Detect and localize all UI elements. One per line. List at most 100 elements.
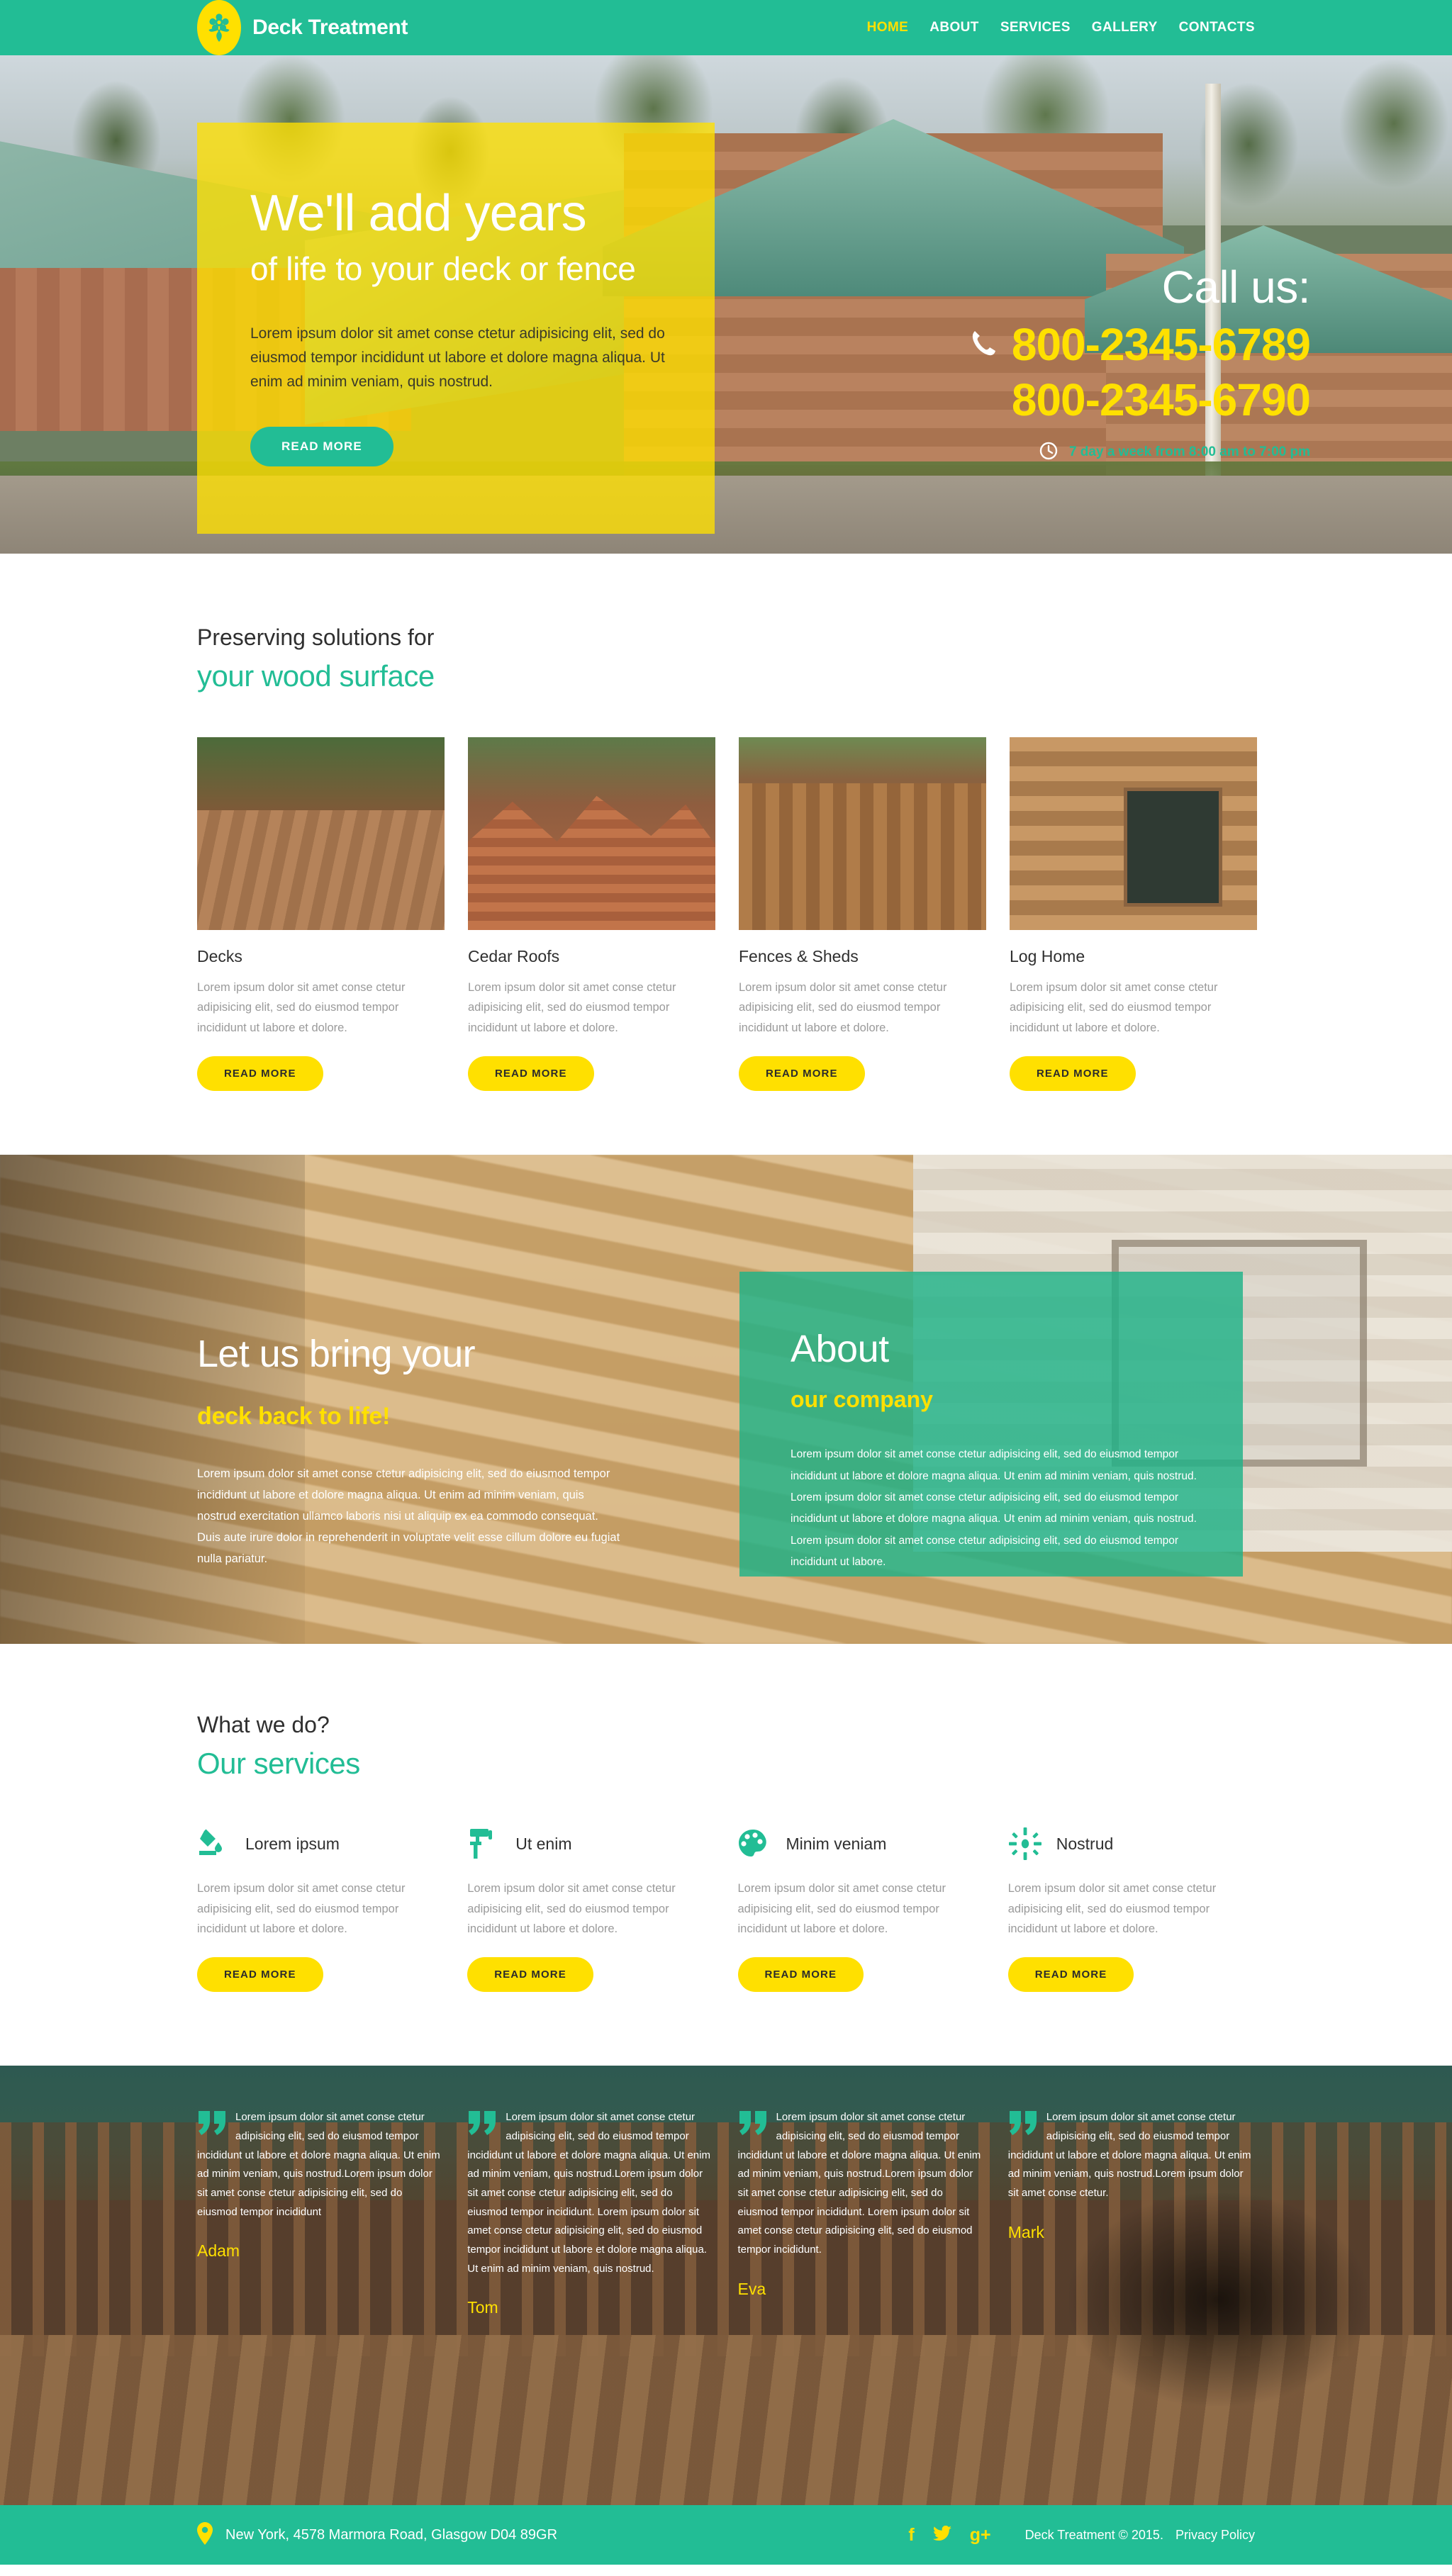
testimonial-mark: Lorem ipsum dolor sit amet conse ctetur …: [1008, 2108, 1255, 2317]
card-title: Fences & Sheds: [739, 947, 859, 965]
nav-item-contacts[interactable]: CONTACTS: [1179, 20, 1255, 35]
site-header: Deck Treatment HOME ABOUT SERVICES GALLE…: [0, 0, 1452, 55]
card-read-more-button[interactable]: READ MORE: [468, 1056, 594, 1092]
testimonials-list: Lorem ipsum dolor sit amet conse ctetur …: [197, 2066, 1255, 2317]
hero-subheadline: of life to your deck or fence: [250, 250, 636, 288]
about-panel-subtitle: our company: [791, 1387, 933, 1413]
about-accent-headline: deck back to life!: [197, 1403, 391, 1430]
card-title: Decks: [197, 947, 242, 965]
deck-photo[interactable]: [197, 737, 445, 930]
footer-copyright-text: Deck Treatment © 2015.: [1024, 2527, 1163, 2542]
service-item-ut-enim[interactable]: Ut enim Lorem ipsum dolor sit amet conse…: [467, 1825, 714, 1993]
testimonial-text: Lorem ipsum dolor sit amet conse ctetur …: [737, 2111, 981, 2256]
nav-item-services[interactable]: SERVICES: [1000, 20, 1071, 35]
testimonial-eva: Lorem ipsum dolor sit amet conse ctetur …: [738, 2108, 985, 2317]
testimonial-adam: Lorem ipsum dolor sit amet conse ctetur …: [197, 2108, 444, 2317]
nav-item-home[interactable]: HOME: [867, 20, 909, 35]
testimonial-author: Eva: [737, 2279, 766, 2298]
card-text: Lorem ipsum dolor sit amet conse ctetur …: [468, 981, 676, 1034]
services-list: Lorem ipsum Lorem ipsum dolor sit amet c…: [197, 1825, 1255, 1993]
service-item-minim-veniam[interactable]: Minim veniam Lorem ipsum dolor sit amet …: [737, 1825, 985, 1993]
about-panel-paragraph: Lorem ipsum dolor sit amet conse ctetur …: [791, 1448, 1197, 1568]
card-text: Lorem ipsum dolor sit amet conse ctetur …: [1010, 981, 1218, 1034]
quote-icon: [467, 2111, 498, 2136]
card-read-more-button[interactable]: READ MORE: [1010, 1056, 1136, 1092]
call-us-block: Call us: 800-2345-6789 800-2345-6790 7 d…: [971, 261, 1311, 464]
card-fences-sheds[interactable]: Fences & Sheds Lorem ipsum dolor sit ame…: [739, 737, 986, 1092]
clock-icon: [1039, 442, 1058, 464]
preserving-subtitle: Preserving solutions for: [197, 625, 435, 650]
phone-icon: [971, 329, 998, 361]
quote-icon: [197, 2111, 228, 2136]
hero-read-more-button[interactable]: READ MORE: [250, 427, 393, 467]
testimonial-author: Tom: [467, 2298, 498, 2317]
footer-copyright: Deck Treatment © 2015. Privacy Policy: [1025, 2528, 1255, 2543]
footer-social-links: f g+: [908, 2525, 991, 2545]
footer-address: New York, 4578 Marmora Road, Glasgow D04…: [197, 2521, 558, 2548]
quote-icon: [738, 2111, 769, 2136]
service-text: Lorem ipsum dolor sit amet conse ctetur …: [467, 1882, 676, 1935]
google-plus-icon[interactable]: g+: [970, 2526, 991, 2544]
flower-icon: [197, 0, 241, 55]
footer-address-text: New York, 4578 Marmora Road, Glasgow D04…: [225, 2526, 558, 2543]
logo[interactable]: Deck Treatment: [197, 0, 408, 55]
service-name: Nostrud: [1056, 1834, 1114, 1853]
palette-icon: [738, 1828, 775, 1859]
phone-number-secondary[interactable]: 800-2345-6790: [971, 374, 1311, 426]
testimonial-author: Mark: [1007, 2222, 1044, 2241]
logo-text: Deck Treatment: [252, 16, 408, 39]
hero-overlay-panel: We'll add years of life to your deck or …: [197, 123, 715, 534]
card-log-home[interactable]: Log Home Lorem ipsum dolor sit amet cons…: [1010, 737, 1257, 1092]
service-text: Lorem ipsum dolor sit amet conse ctetur …: [737, 1882, 946, 1935]
sun-brightness-icon: [1008, 1827, 1045, 1861]
testimonial-author: Adam: [197, 2241, 240, 2261]
facebook-icon[interactable]: f: [908, 2526, 914, 2544]
privacy-policy-link[interactable]: Privacy Policy: [1175, 2528, 1255, 2542]
twitter-icon[interactable]: [932, 2525, 951, 2545]
service-read-more-button[interactable]: READ MORE: [467, 1957, 593, 1993]
card-cedar-roofs[interactable]: Cedar Roofs Lorem ipsum dolor sit amet c…: [468, 737, 715, 1092]
service-text: Lorem ipsum dolor sit amet conse ctetur …: [1007, 1882, 1217, 1935]
card-read-more-button[interactable]: READ MORE: [197, 1056, 323, 1092]
preserving-section: Preserving solutions for your wood surfa…: [0, 554, 1452, 1155]
testimonial-text: Lorem ipsum dolor sit amet conse ctetur …: [197, 2111, 440, 2218]
main-nav: HOME ABOUT SERVICES GALLERY CONTACTS: [867, 20, 1255, 35]
paint-roller-icon: [467, 1827, 504, 1860]
nav-item-about[interactable]: ABOUT: [929, 20, 979, 35]
phone-number-primary[interactable]: 800-2345-6789: [1012, 318, 1311, 372]
services-title: Our services: [197, 1747, 360, 1781]
card-read-more-button[interactable]: READ MORE: [739, 1056, 865, 1092]
service-item-nostrud[interactable]: Nostrud Lorem ipsum dolor sit amet conse…: [1007, 1825, 1255, 1993]
service-read-more-button[interactable]: READ MORE: [737, 1957, 864, 1993]
business-hours-text: 7 day a week from 8:00 am to 7:00 pm: [1068, 444, 1310, 460]
landing-page: Deck Treatment HOME ABOUT SERVICES GALLE…: [0, 0, 1452, 2565]
service-name: Ut enim: [515, 1834, 572, 1853]
about-section: Let us bring your deck back to life! Lor…: [0, 1155, 1452, 1645]
quote-icon: [1008, 2111, 1039, 2136]
about-headline: Let us bring your: [197, 1333, 476, 1376]
location-pin-icon: [197, 2521, 213, 2548]
services-subtitle: What we do?: [197, 1712, 330, 1738]
paint-pour-icon: [197, 1828, 234, 1859]
about-company-panel: About our company Lorem ipsum dolor sit …: [739, 1272, 1243, 1577]
log-home-photo[interactable]: [1010, 737, 1257, 930]
card-text: Lorem ipsum dolor sit amet conse ctetur …: [739, 981, 947, 1034]
service-read-more-button[interactable]: READ MORE: [197, 1957, 323, 1993]
about-paragraph: Lorem ipsum dolor sit amet conse ctetur …: [197, 1467, 620, 1566]
card-decks[interactable]: Decks Lorem ipsum dolor sit amet conse c…: [197, 737, 445, 1092]
service-cards: Decks Lorem ipsum dolor sit amet conse c…: [197, 737, 1257, 1092]
service-text: Lorem ipsum dolor sit amet conse ctetur …: [197, 1882, 406, 1935]
about-panel-title: About: [791, 1328, 889, 1371]
fence-photo[interactable]: [739, 737, 986, 930]
cedar-roof-photo[interactable]: [468, 737, 715, 930]
testimonial-text: Lorem ipsum dolor sit amet conse ctetur …: [1007, 2111, 1251, 2199]
testimonial-tom: Lorem ipsum dolor sit amet conse ctetur …: [467, 2108, 714, 2317]
service-read-more-button[interactable]: READ MORE: [1007, 1957, 1134, 1993]
services-section: What we do? Our services Lorem ipsum Lor…: [0, 1644, 1452, 2066]
about-left-text: Let us bring your deck back to life! Lor…: [197, 1332, 637, 1569]
site-footer: New York, 4578 Marmora Road, Glasgow D04…: [0, 2505, 1452, 2565]
service-item-lorem-ipsum[interactable]: Lorem ipsum Lorem ipsum dolor sit amet c…: [197, 1825, 444, 1993]
hero-paragraph: Lorem ipsum dolor sit amet conse ctetur …: [250, 325, 665, 391]
nav-item-gallery[interactable]: GALLERY: [1092, 20, 1158, 35]
call-us-title: Call us:: [1161, 262, 1311, 313]
